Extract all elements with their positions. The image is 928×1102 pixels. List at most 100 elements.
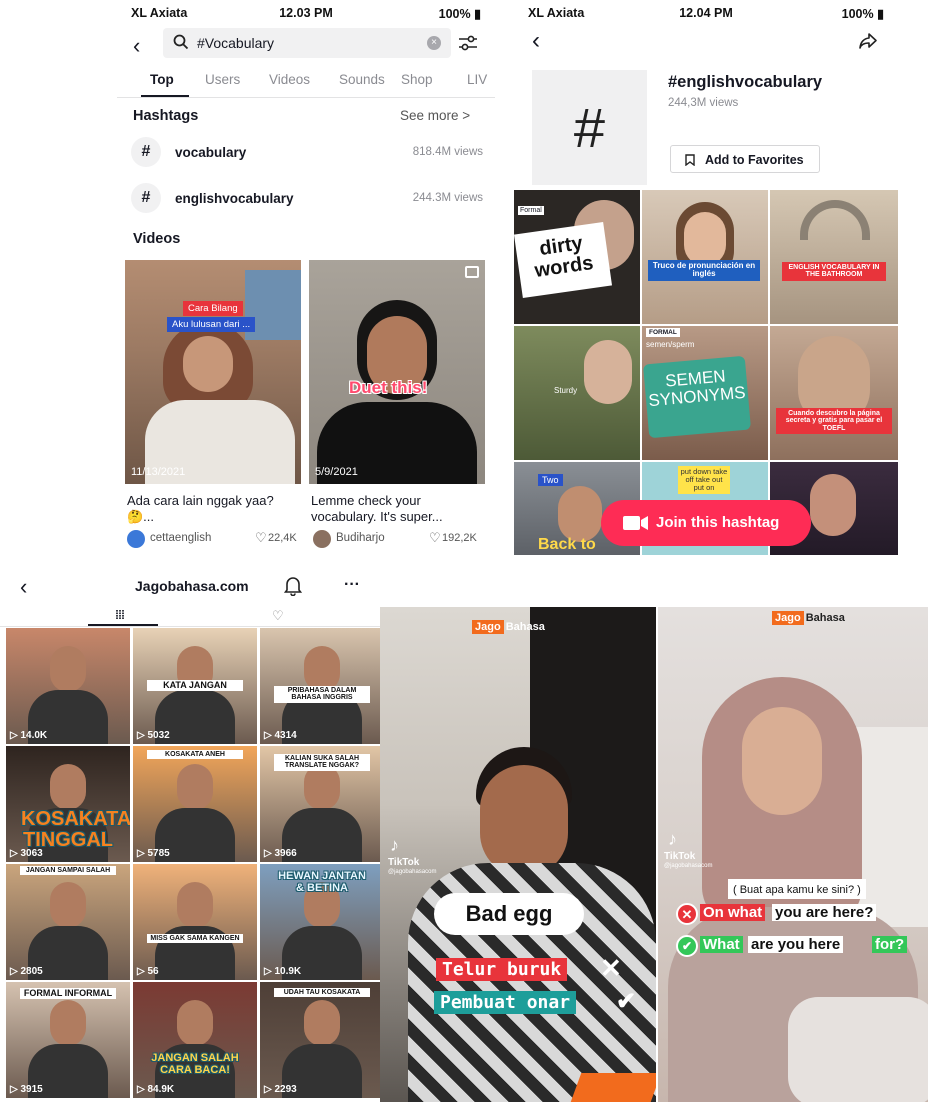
hashtag-row[interactable]: # englishvocabulary 244.3M views [131,183,483,215]
right-end: for? [872,936,908,953]
status-bar: XL Axiata 12.04 PM 100% ▮ [514,0,898,26]
person-head [50,764,86,810]
hashtags-heading: Hashtags [133,108,199,124]
like-count: 192,2K [442,532,477,544]
hashtag-row[interactable]: # vocabulary 818.4M views [131,137,483,169]
like-count: 22,4K [268,532,297,544]
profile-screen: ‹ Jagobahasa.com ··· ⁞⁞⁞ ♡ ▷ 14.0K KATA J… [0,568,380,1102]
phrase-bubble: Bad egg [434,893,584,935]
tab-shop[interactable]: Shop [401,72,433,87]
overlay-label: Aku lulusan dari ... [167,317,256,332]
right-text: Pembuat onar [440,992,571,1013]
video-tile[interactable]: Cuando descubro la página secreta y grat… [770,326,898,460]
caption-card: dirty words [514,222,613,298]
overlay-label: Cara Bilang [183,301,243,316]
author-name[interactable]: Budiharjo [336,532,385,544]
more-icon[interactable]: ··· [344,576,360,594]
video-thumbnail[interactable]: Duet this! 5/9/2021 [309,260,485,484]
wrong-text: Telur buruk [442,959,562,980]
back-button[interactable]: ‹ [133,33,140,59]
profile-video-tile[interactable]: KALIAN SUKA SALAH TRANSLATE NGGAK? ▷ 3966 [260,746,380,862]
add-to-favorites-button[interactable]: Add to Favorites [670,145,820,173]
right-rest: are you here [748,936,844,953]
profile-video-tile[interactable]: KOSAKATA ANEH ▷ 5785 [133,746,257,862]
see-more-link[interactable]: See more > [400,108,470,123]
videos-heading: Videos [133,231,181,247]
profile-video-tile[interactable]: ▷ 14.0K [6,628,130,744]
video-tile[interactable]: ENGLISH VOCABULARY IN THE BATHROOM [770,190,898,324]
hashtag-symbol: # [573,96,606,159]
profile-video-tile[interactable]: KOSAKATA TINGGAL ▷ 3063 [6,746,130,862]
search-tabs: Top Users Videos Sounds Shop LIV [117,70,495,100]
play-count: ▷ 3063 [10,848,43,859]
avatar [313,530,331,548]
tile-caption: KOSAKATA TINGGAL [21,808,130,851]
tile-caption: UDAH TAU KOSAKATA [274,988,370,998]
search-input[interactable]: #Vocabulary × [163,28,451,58]
play-count: ▷ 10.9K [264,966,302,977]
question-text: ( Buat apa kamu ke sini? ) [733,884,861,896]
tile-caption: JANGAN SAMPAI SALAH [20,866,116,876]
person-face [480,765,568,877]
person-head [50,882,86,928]
clock: 12.04 PM [679,6,733,20]
tab-videos[interactable]: Videos [269,72,310,87]
face [810,474,856,536]
tab-users[interactable]: Users [205,72,240,87]
tile-caption: JANGAN SALAH CARA BACA! [151,1052,239,1076]
right-highlight: What [700,936,743,953]
profile-video-tile[interactable]: KATA JANGAN ▷ 5032 [133,628,257,744]
clear-icon[interactable]: × [427,36,441,50]
tile-caption: KALIAN SUKA SALAH TRANSLATE NGGAK? [274,754,370,771]
tiktok-logo-icon: ♪ [390,835,399,855]
join-hashtag-button[interactable]: Join this hashtag [601,500,811,546]
profile-video-tile[interactable]: FORMAL INFORMAL ▷ 3915 [6,982,130,1098]
search-query: #Vocabulary [197,35,275,51]
check-icon: ✔ [616,988,637,1015]
video-thumbnail[interactable]: Cara Bilang Aku lulusan dari ... 11/13/2… [125,260,301,484]
tab-sounds[interactable]: Sounds [339,72,385,87]
author-name[interactable]: cettaenglish [150,532,211,544]
profile-video-grid: ▷ 14.0K KATA JANGAN ▷ 5032 PRIBAHASA DALAM … [0,628,380,1102]
hashtag-icon: # [131,183,161,213]
profile-video-tile[interactable]: HEWAN JANTAN & BETINA ▷ 10.9K [260,864,380,980]
join-label: Join this hashtag [656,514,780,531]
profile-video-tile[interactable]: MISS GAK SAMA KANGEN ▷ 56 [133,864,257,980]
face [584,340,632,404]
tiktok-watermark: TikTok [664,851,696,862]
share-icon[interactable] [858,32,878,50]
person-head [50,1000,86,1046]
wrong-x-icon: ✕ [676,903,698,925]
hashtag-views: 244.3M views [412,192,483,204]
caption-label: Sturdy [554,386,578,395]
video-tile[interactable]: Sturdy [514,326,640,460]
grid-tab-icon[interactable]: ⁞⁞⁞ [115,608,125,622]
profile-video-tile[interactable]: JANGAN SAMPAI SALAH ▷ 2805 [6,864,130,980]
tab-top[interactable]: Top [150,72,174,87]
back-button[interactable]: ‹ [20,574,27,600]
profile-title: Jagobahasa.com [135,578,249,594]
bell-icon[interactable] [284,576,302,596]
liked-tab-icon[interactable]: ♡ [272,608,284,624]
hashtag-name: englishvocabulary [175,191,294,206]
jago-logo: Jago Bahasa [772,611,845,625]
filter-icon[interactable] [457,34,479,52]
video-title: Ada cara lain nggak yaa?🤔... [127,493,274,524]
video-tile[interactable]: Truco de pronunciación en inglés [642,190,768,324]
face [558,486,602,542]
profile-video-tile[interactable]: PRIBAHASA DALAM BAHASA INGGRIS ▷ 4314 [260,628,380,744]
video-tile[interactable]: Formal dirty words [514,190,640,324]
video-camera-icon [623,515,649,531]
profile-video-tile[interactable]: JANGAN SALAH CARA BACA! ▷ 84.9K [133,982,257,1098]
video-tile[interactable]: FORMAL semen/sperm SEMEN SYNONYMS [642,326,768,460]
duet-overlay: Duet this! [349,378,428,397]
back-button[interactable]: ‹ [532,27,540,55]
jago-logo: Jago Bahasa [472,620,545,634]
profile-video-tile[interactable]: UDAH TAU KOSAKATA ▷ 2293 [260,982,380,1098]
battery: 100% ▮ [841,7,884,21]
right-check-icon: ✔ [676,935,698,957]
video-frame-what-for: Jago Bahasa ♪ TikTok @jagobahasacom ( Bua… [658,607,928,1102]
tab-live[interactable]: LIV [467,72,487,87]
orange-stripe [570,1073,656,1102]
logo-bahasa: Bahasa [505,621,545,633]
